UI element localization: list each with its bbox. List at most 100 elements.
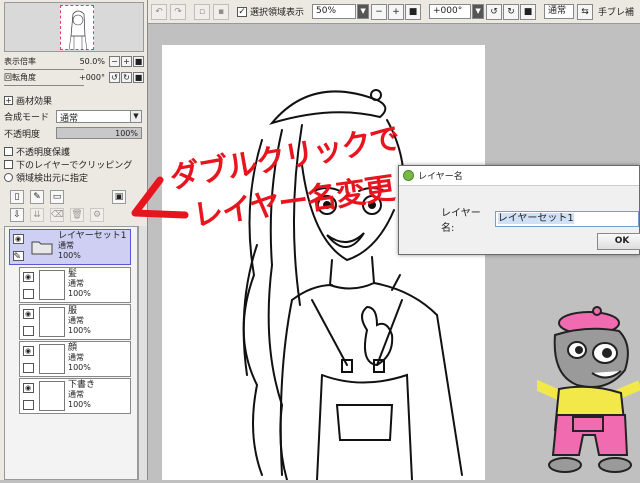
eye-icon[interactable]: ◉ — [12, 233, 24, 244]
rotate-reset-button[interactable]: ■ — [133, 72, 144, 83]
opacity-label: 不透明度 — [4, 129, 41, 140]
layer-options-icon[interactable]: ⚙ — [90, 208, 104, 222]
selection-source-label: 領域検出元に指定 — [16, 173, 89, 184]
chevron-down-icon[interactable]: ▼ — [357, 4, 370, 19]
annotation-overlay: ダブルクリックで レイヤー名変更 — [130, 95, 430, 255]
top-toolbar: ↶ ↷ ▫ ▪ ✓ 選択領域表示 50% ▼ − + ■ +000° ▼ ↺ ↻… — [148, 0, 640, 24]
rotation-value[interactable]: +000° — [48, 73, 108, 82]
layer-name-input[interactable]: レイヤーセット1 — [494, 211, 639, 227]
layer-item-hair[interactable]: ◉ 髪 通常 100% — [19, 267, 131, 303]
clipping-label: 下のレイヤーでクリッピング — [16, 160, 133, 171]
panel-menu-icon[interactable]: ▣ — [112, 190, 126, 204]
layer-list: ◉ ✎ レイヤーセット1 通常 100% ◉ 髪 通常 100% ◉ 服 通常 … — [4, 226, 138, 480]
layer-name-field-label: レイヤー名: — [441, 208, 481, 234]
flip-icon[interactable]: ⇆ — [577, 3, 594, 20]
layer-opacity: 100% — [68, 400, 91, 409]
rotate-reset-button[interactable]: ■ — [520, 3, 537, 20]
delete-layer-icon[interactable]: 🗑 — [70, 208, 84, 222]
layer-tools-row-1: ▯ ✎ ▭ ▣ — [10, 190, 132, 206]
eye-icon[interactable]: ◉ — [22, 345, 34, 356]
zoom-in-button[interactable]: + — [121, 56, 132, 67]
layer-opacity: 100% — [68, 363, 91, 372]
lock-checkbox[interactable] — [22, 325, 34, 336]
merge-down-icon[interactable]: ⇊ — [30, 208, 44, 222]
zoom-out-button[interactable]: − — [109, 56, 120, 67]
mascot-character — [529, 305, 640, 475]
layer-item-clothes[interactable]: ◉ 服 通常 100% — [19, 304, 131, 340]
eye-icon[interactable]: ◉ — [22, 382, 34, 393]
navigator-thumbnail[interactable] — [60, 5, 94, 51]
zoom-in-button[interactable]: + — [388, 3, 405, 20]
clipping-checkbox[interactable] — [4, 159, 13, 169]
zoom-out-button[interactable]: − — [371, 3, 388, 20]
lock-checkbox[interactable] — [22, 288, 34, 299]
blend-mode-row: 合成モード 通常 ▼ — [4, 109, 144, 124]
display-scale-value[interactable]: 50.0% — [48, 57, 108, 66]
new-layer-icon[interactable]: ▯ — [10, 190, 24, 204]
expand-icon[interactable]: + — [4, 96, 13, 105]
mode-select[interactable]: 通常 — [544, 4, 575, 19]
display-scale-slider[interactable] — [4, 69, 84, 70]
new-folder-icon[interactable]: ▭ — [50, 190, 64, 204]
rotate-left-button[interactable]: ↺ — [486, 3, 503, 20]
rotation-label: 回転角度 — [4, 73, 36, 82]
show-selection-toggle[interactable]: ✓ 選択領域表示 — [237, 5, 304, 18]
effects-header-label: 画材効果 — [16, 97, 53, 107]
rotate-right-button[interactable]: ↻ — [121, 72, 132, 83]
layer-name: 髪 — [68, 269, 78, 279]
blend-mode-value: 通常 — [60, 113, 79, 124]
eye-icon[interactable]: ◉ — [22, 271, 34, 282]
layer-item-set[interactable]: ◉ ✎ レイヤーセット1 通常 100% — [9, 229, 131, 265]
selection-source-radio[interactable] — [4, 172, 13, 182]
layer-name: レイヤーセット1 — [58, 231, 127, 241]
redo-icon[interactable]: ↷ — [170, 3, 186, 20]
lock-checkbox[interactable] — [22, 399, 34, 410]
protect-opacity-checkbox[interactable] — [4, 146, 13, 156]
layer-name-dialog: レイヤー名 レイヤー名: レイヤーセット1 OK — [398, 165, 640, 255]
layer-tools-row-2: ⇩ ⇊ ⌫ 🗑 ⚙ — [10, 208, 110, 224]
folder-icon — [29, 232, 55, 262]
check-icon[interactable]: ✓ — [237, 6, 247, 17]
undo-icon[interactable]: ↶ — [151, 3, 167, 20]
dialog-titlebar[interactable]: レイヤー名 — [399, 166, 639, 186]
selection-source-row[interactable]: 領域検出元に指定 — [4, 171, 89, 184]
edit-lock-icon[interactable]: ✎ — [12, 250, 24, 262]
lock-checkbox[interactable] — [22, 362, 34, 373]
clear-layer-icon[interactable]: ⌫ — [50, 208, 64, 222]
zoom-select[interactable]: 50% — [312, 4, 357, 19]
zoom-reset-button[interactable]: ■ — [133, 56, 144, 67]
eye-icon[interactable]: ◉ — [22, 308, 34, 319]
rotation-slider[interactable] — [4, 85, 84, 86]
rotation-select[interactable]: +000° — [429, 4, 472, 19]
layer-opacity: 100% — [58, 251, 81, 260]
rotate-right-button[interactable]: ↻ — [503, 3, 520, 20]
display-scale-row: 表示倍率 50.0% − + ■ — [4, 55, 144, 68]
layer-thumbnail — [39, 381, 65, 411]
layer-mode: 通常 — [68, 316, 84, 325]
layer-mode: 通常 — [58, 241, 74, 250]
layer-opacity: 100% — [68, 289, 91, 298]
protect-opacity-row[interactable]: 不透明度保護 — [4, 145, 71, 158]
invert-selection-icon[interactable]: ▪ — [213, 3, 229, 20]
clipping-row[interactable]: 下のレイヤーでクリッピング — [4, 158, 133, 171]
chevron-down-icon[interactable]: ▼ — [472, 4, 485, 19]
deselect-icon[interactable]: ▫ — [194, 3, 210, 20]
navigator[interactable] — [4, 2, 144, 52]
layer-item-sketch[interactable]: ◉ 下書き 通常 100% — [19, 378, 131, 414]
zoom-reset-button[interactable]: ■ — [405, 3, 422, 20]
layer-mode: 通常 — [68, 353, 84, 362]
app-icon — [403, 170, 414, 181]
effects-header[interactable]: + 画材効果 — [4, 94, 52, 107]
ok-button[interactable]: OK — [597, 233, 640, 250]
protect-opacity-label: 不透明度保護 — [16, 147, 71, 158]
layer-list-scrollbar[interactable] — [138, 226, 147, 480]
display-scale-label: 表示倍率 — [4, 57, 36, 66]
left-panel: 表示倍率 50.0% − + ■ 回転角度 +000° ↺ ↻ ■ + 画材効果… — [0, 0, 148, 480]
transfer-down-icon[interactable]: ⇩ — [10, 208, 24, 222]
layer-name: 服 — [68, 306, 78, 316]
layer-opacity: 100% — [68, 326, 91, 335]
layer-name: 顔 — [68, 343, 78, 353]
new-linework-layer-icon[interactable]: ✎ — [30, 190, 44, 204]
layer-item-face[interactable]: ◉ 顔 通常 100% — [19, 341, 131, 377]
rotate-left-button[interactable]: ↺ — [109, 72, 120, 83]
